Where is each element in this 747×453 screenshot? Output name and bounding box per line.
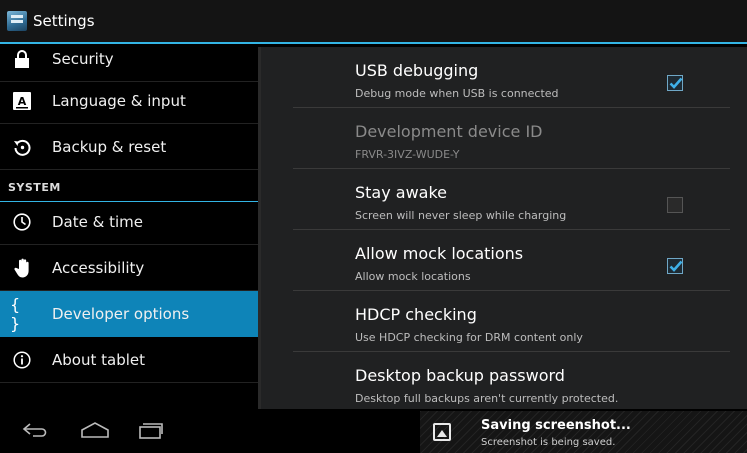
home-icon[interactable] [80,421,110,443]
pref-title: USB debugging [355,61,479,80]
nav-item-label: Language & input [52,91,186,110]
pref-summary: Screen will never sleep while charging [355,209,567,222]
back-icon[interactable] [22,421,48,443]
nav-item-language-input[interactable]: A Language & input [0,78,258,124]
pref-allow-mock-locations[interactable]: Allow mock locations Allow mock location… [293,230,730,291]
nav-item-label: Accessibility [52,258,145,277]
braces-icon: { } [10,295,21,333]
pref-development-device-id: Development device ID FRVR-3IVZ-WUDE-Y [293,108,730,169]
pref-title: Desktop backup password [355,366,565,385]
nav-item-accessibility[interactable]: Accessibility [0,245,258,291]
info-icon [10,348,34,372]
restore-icon [10,135,34,159]
svg-text:A: A [18,95,27,108]
app-title: Settings [33,12,95,30]
notification-subtitle: Screenshot is being saved. [481,437,616,448]
pref-hdcp-checking[interactable]: HDCP checking Use HDCP checking for DRM … [293,291,730,352]
pref-usb-debugging[interactable]: USB debugging Debug mode when USB is con… [293,47,730,108]
recent-apps-icon[interactable] [138,421,164,443]
stay-awake-checkbox[interactable] [667,197,683,213]
pref-title: Allow mock locations [355,244,524,263]
pref-summary: Debug mode when USB is connected [355,87,559,100]
pref-title: HDCP checking [355,305,477,324]
allow-mock-locations-checkbox[interactable] [667,258,683,274]
section-header-system: SYSTEM [0,174,258,202]
pref-summary: Allow mock locations [355,270,471,283]
nav-item-backup-reset[interactable]: Backup & reset [0,124,258,170]
pref-summary: Desktop full backups aren't currently pr… [355,392,619,405]
nav-item-label: Developer options [52,305,190,323]
screenshot-notification[interactable]: Saving screenshot... Screenshot is being… [420,411,747,453]
pref-desktop-backup-password[interactable]: Desktop backup password Desktop full bac… [293,352,730,409]
image-icon [433,423,451,441]
clock-icon [10,210,34,234]
pref-title: Stay awake [355,183,448,202]
hand-icon [10,256,34,280]
nav-item-label: Security [52,49,114,68]
settings-app-icon[interactable] [7,11,27,31]
pref-title: Development device ID [355,122,543,141]
nav-item-label: About tablet [52,350,145,369]
nav-item-security[interactable]: Security [0,44,258,82]
action-bar: Settings [0,0,747,44]
notification-title: Saving screenshot... [481,418,631,433]
usb-debugging-checkbox[interactable] [667,75,683,91]
pref-summary: FRVR-3IVZ-WUDE-Y [355,148,460,161]
nav-item-about-tablet[interactable]: About tablet [0,337,258,383]
pref-stay-awake[interactable]: Stay awake Screen will never sleep while… [293,169,730,230]
settings-nav-pane: Security A Language & input Backup & res… [0,44,258,409]
nav-item-label: Date & time [52,212,143,231]
checkmark-icon [669,77,683,89]
pref-summary: Use HDCP checking for DRM content only [355,331,583,344]
keyboard-icon: A [10,89,34,113]
nav-item-label: Backup & reset [52,137,167,156]
developer-options-pane: USB debugging Debug mode when USB is con… [258,47,747,409]
checkmark-icon [669,260,683,272]
nav-item-date-time[interactable]: Date & time [0,199,258,245]
lock-icon [10,47,34,71]
nav-item-developer-options[interactable]: { } Developer options [0,291,258,337]
